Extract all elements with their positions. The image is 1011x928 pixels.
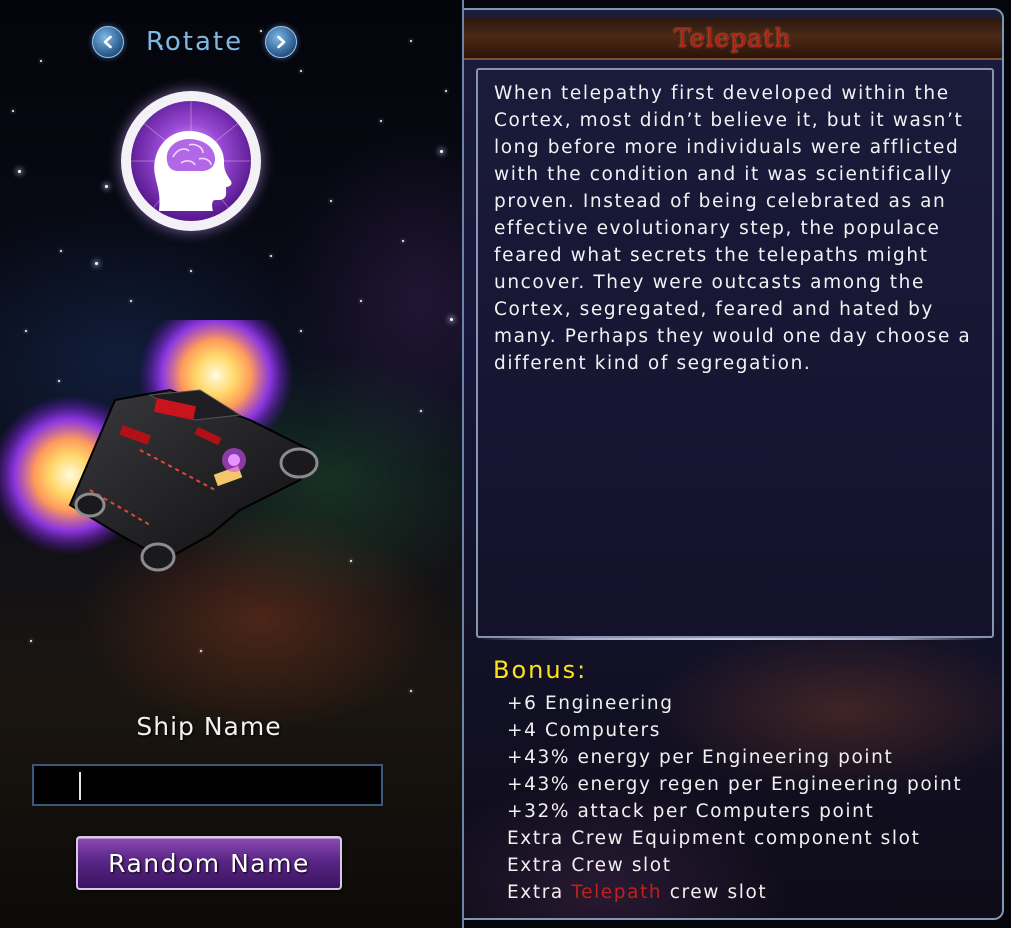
head-brain-icon [131, 101, 251, 212]
ship-preview-panel: Rotate Ship Name Random Name [0, 0, 463, 928]
star [380, 120, 382, 122]
star [105, 185, 108, 188]
star [402, 240, 404, 242]
class-description: When telepathy first developed within th… [494, 83, 972, 374]
star [40, 60, 42, 62]
class-title-bar: Telepath [464, 18, 1002, 60]
bonus-list: +6 Engineering +4 Computers +43% energy … [507, 690, 962, 906]
star [60, 250, 62, 252]
ship-name-input[interactable] [32, 764, 383, 806]
bonus-item: Extra Crew Equipment component slot [507, 828, 921, 849]
description-box: When telepathy first developed within th… [476, 68, 994, 638]
star [330, 200, 332, 202]
bonus-item: +43% energy regen per Engineering point [507, 774, 963, 795]
bonus-item-telepath-slot: Extra Telepath crew slot [507, 879, 962, 906]
star [18, 170, 21, 173]
star [300, 70, 302, 72]
bonus-item: +32% attack per Computers point [507, 801, 875, 822]
rotate-left-button[interactable] [92, 26, 124, 58]
star [350, 560, 352, 562]
star [270, 255, 272, 257]
bonus-item: +6 Engineering [507, 693, 674, 714]
class-info-panel: Telepath When telepathy first developed … [464, 8, 1004, 920]
star [12, 110, 14, 112]
star [450, 318, 453, 321]
star [30, 640, 32, 642]
bonus-highlight: Telepath [571, 882, 663, 903]
star [95, 262, 98, 265]
class-title: Telepath [674, 23, 792, 53]
rotate-label: Rotate [146, 27, 244, 57]
star [410, 40, 412, 42]
bonus-suffix: crew slot [662, 882, 768, 903]
ship-name-label: Ship Name [136, 712, 282, 741]
bonus-item: +43% energy per Engineering point [507, 747, 894, 768]
rotate-controls: Rotate [92, 26, 298, 58]
section-divider [478, 638, 988, 640]
star [190, 270, 192, 272]
bonus-item: Extra Crew slot [507, 855, 672, 876]
arrow-right-icon [277, 35, 286, 49]
rotate-right-button[interactable] [265, 26, 298, 58]
star [200, 650, 202, 652]
bonus-item: +4 Computers [507, 720, 661, 741]
bonus-heading: Bonus: [493, 656, 588, 684]
star [440, 150, 443, 153]
arrow-left-icon [103, 35, 112, 49]
bonus-prefix: Extra [507, 882, 572, 903]
star [130, 300, 132, 302]
text-cursor [79, 772, 81, 800]
telepath-class-icon [121, 91, 261, 231]
random-name-button[interactable]: Random Name [76, 836, 342, 890]
star [360, 300, 362, 302]
ship-model [0, 320, 319, 572]
star [420, 410, 422, 412]
star [445, 90, 447, 92]
star [410, 690, 412, 692]
